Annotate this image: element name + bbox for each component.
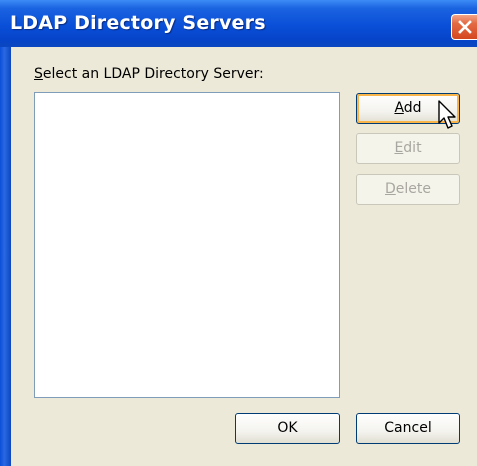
delete-button-label: elete [395,181,431,197]
close-button[interactable] [451,14,477,40]
server-list-label-text: elect an LDAP Directory Server: [42,66,264,82]
ok-button[interactable]: OK [235,413,340,444]
edit-button[interactable]: Edit [356,133,460,164]
mouse-pointer-icon [438,100,456,129]
server-list-label-accesskey: S [34,66,43,82]
delete-button-accesskey: D [385,181,396,197]
add-button-accesskey: A [394,100,404,116]
title-bar[interactable]: LDAP Directory Servers [0,0,477,47]
ldap-dialog-window: LDAP Directory Servers Select an LDAP Di… [0,0,477,466]
server-list-label: Select an LDAP Directory Server: [34,66,264,82]
window-title: LDAP Directory Servers [10,12,266,34]
edit-button-accesskey: E [394,140,404,156]
delete-button[interactable]: Delete [356,174,460,205]
window-frame-left [0,47,11,466]
ldap-server-listbox[interactable] [34,92,340,398]
cancel-button[interactable]: Cancel [356,413,460,444]
edit-button-label: dit [403,140,422,156]
add-button-label: dd [403,100,422,116]
close-icon [458,20,472,34]
